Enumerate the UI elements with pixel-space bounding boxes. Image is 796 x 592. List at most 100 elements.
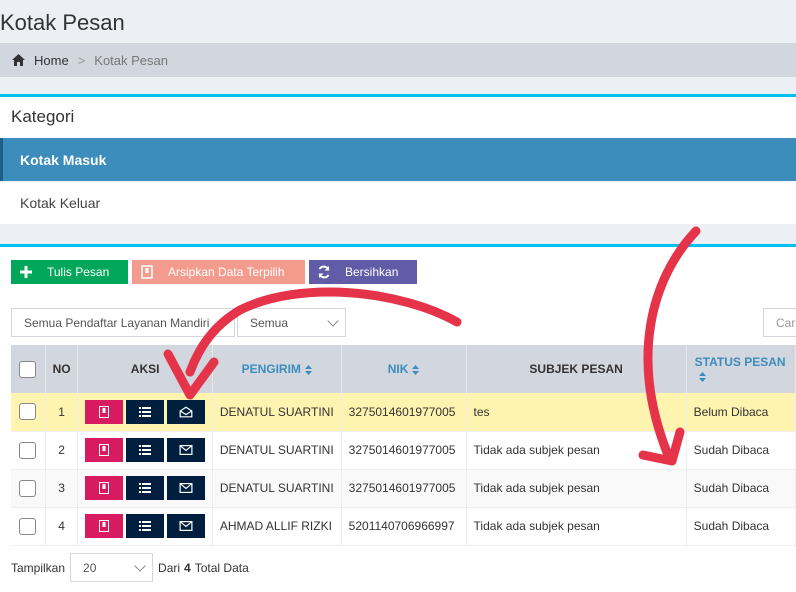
envelope-icon (179, 445, 193, 455)
row-actions (77, 393, 213, 432)
envelope-row-button[interactable] (167, 514, 206, 538)
breadcrumb-current: Kotak Pesan (94, 52, 168, 68)
clear-label: Bersihkan (345, 265, 399, 279)
pendaftar-select[interactable]: Semua Pendaftar Layanan Mandiri (11, 308, 235, 337)
chevron-down-icon (134, 560, 146, 572)
row-actions (77, 469, 213, 508)
select-all-checkbox[interactable] (19, 360, 37, 378)
row-pengirim: DENATUL SUARTINI (212, 431, 342, 470)
row-checkbox[interactable] (19, 403, 37, 421)
row-pengirim: AHMAD ALLIF RIZKI (212, 507, 342, 546)
row-pengirim: DENATUL SUARTINI (212, 393, 342, 432)
row-checkbox[interactable] (19, 441, 37, 459)
row-subjek: Tidak ada subjek pesan (466, 469, 687, 508)
header-pengirim-label: PENGIRIM (241, 362, 301, 376)
search-input[interactable]: Cari (763, 308, 796, 337)
row-subjek: Tidak ada subjek pesan (466, 431, 687, 470)
breadcrumb-separator: > (77, 52, 86, 68)
row-actions (77, 431, 213, 470)
inbox-box: Tulis Pesan Arsipkan Data Terpilih Bersi… (0, 244, 796, 592)
chevron-down-icon (327, 315, 339, 327)
page-size-select[interactable]: 20 (70, 553, 154, 582)
table-header: NO AKSI PENGIRIM NIK SUBJEK PESAN STATUS… (11, 345, 796, 393)
row-subjek: Tidak ada subjek pesan (466, 507, 687, 546)
select-all-header (11, 345, 46, 393)
nav-kotak-masuk[interactable]: Kotak Masuk (0, 138, 796, 181)
row-status: Sudah Dibaca (686, 469, 796, 508)
row-no: 4 (45, 507, 79, 546)
pendaftar-select-value: Semua Pendaftar Layanan Mandiri (24, 315, 210, 330)
breadcrumb-home-link[interactable]: Home (34, 53, 69, 68)
archive-icon (99, 444, 110, 456)
list-icon (139, 445, 152, 455)
row-select-cell (11, 431, 46, 470)
archive-row-button[interactable] (85, 476, 124, 500)
status-select-value: Semua (250, 315, 289, 330)
kategori-box: Kategori Kotak Masuk Kotak Keluar (0, 94, 796, 224)
header-status[interactable]: STATUS PESAN (686, 345, 796, 393)
status-select[interactable]: Semua (237, 308, 346, 337)
toolbar: Tulis Pesan Arsipkan Data Terpilih Bersi… (11, 260, 417, 284)
row-subjek: tes (466, 393, 687, 432)
archive-row-button[interactable] (85, 399, 124, 424)
envelope-row-button[interactable] (167, 476, 206, 500)
header-no: NO (45, 345, 79, 393)
row-checkbox[interactable] (19, 517, 37, 535)
messages-table: NO AKSI PENGIRIM NIK SUBJEK PESAN STATUS… (11, 345, 796, 546)
row-status: Belum Dibaca (686, 393, 796, 432)
envelope-open-icon (179, 406, 193, 418)
clear-button[interactable]: Bersihkan (309, 260, 417, 284)
row-nik: 3275014601977005 (341, 431, 467, 470)
nav-kotak-keluar[interactable]: Kotak Keluar (0, 181, 796, 224)
page-title: Kotak Pesan (0, 10, 125, 35)
plus-icon (11, 260, 41, 284)
header-nik[interactable]: NIK (341, 345, 467, 393)
row-select-cell (11, 469, 46, 508)
total-count: 4 (184, 560, 191, 575)
caret-down-icon (218, 321, 226, 326)
list-icon (139, 406, 152, 417)
show-label: Tampilkan (11, 560, 66, 575)
table-row: 2 DENATUL SUARTINI 3275014601977005 Tida… (11, 431, 796, 470)
row-status: Sudah Dibaca (686, 507, 796, 546)
filters: Semua Pendaftar Layanan Mandiri Semua (11, 308, 346, 337)
sort-icon (698, 371, 706, 382)
row-select-cell (11, 393, 46, 432)
detail-row-button[interactable] (126, 476, 165, 500)
envelope-icon (179, 521, 193, 531)
archive-icon (99, 482, 110, 494)
table-row: 1 DENATUL SUARTINI 3275014601977005 tes … (11, 393, 796, 432)
header-aksi: AKSI (77, 345, 213, 393)
detail-row-button[interactable] (126, 438, 165, 462)
sort-icon (412, 364, 420, 375)
write-message-button[interactable]: Tulis Pesan (11, 260, 128, 284)
archive-icon (99, 520, 110, 532)
sort-icon (304, 364, 312, 375)
breadcrumb: Home > Kotak Pesan (0, 43, 796, 77)
mark-read-button[interactable] (167, 399, 206, 424)
refresh-icon (309, 260, 339, 284)
detail-row-button[interactable] (126, 399, 165, 424)
write-message-label: Tulis Pesan (47, 265, 110, 279)
detail-row-button[interactable] (126, 514, 165, 538)
row-no: 1 (45, 393, 79, 432)
table-row: 3 DENATUL SUARTINI 3275014601977005 Tida… (11, 469, 796, 508)
header-subjek: SUBJEK PESAN (466, 345, 687, 393)
envelope-icon (179, 483, 193, 493)
row-select-cell (11, 507, 46, 546)
kategori-title: Kategori (11, 107, 75, 126)
archive-row-button[interactable] (85, 514, 124, 538)
header-pengirim[interactable]: PENGIRIM (212, 345, 342, 393)
list-icon (139, 483, 152, 493)
page-size-value: 20 (83, 560, 97, 575)
row-no: 3 (45, 469, 79, 508)
archive-row-button[interactable] (85, 438, 124, 462)
list-icon (139, 521, 152, 531)
row-nik: 3275014601977005 (341, 393, 467, 432)
header-nik-label: NIK (387, 362, 409, 376)
archive-selected-button[interactable]: Arsipkan Data Terpilih (132, 260, 305, 284)
row-checkbox[interactable] (19, 479, 37, 497)
archive-icon (132, 260, 162, 284)
envelope-row-button[interactable] (167, 438, 206, 462)
of-label: Dari (158, 560, 181, 575)
